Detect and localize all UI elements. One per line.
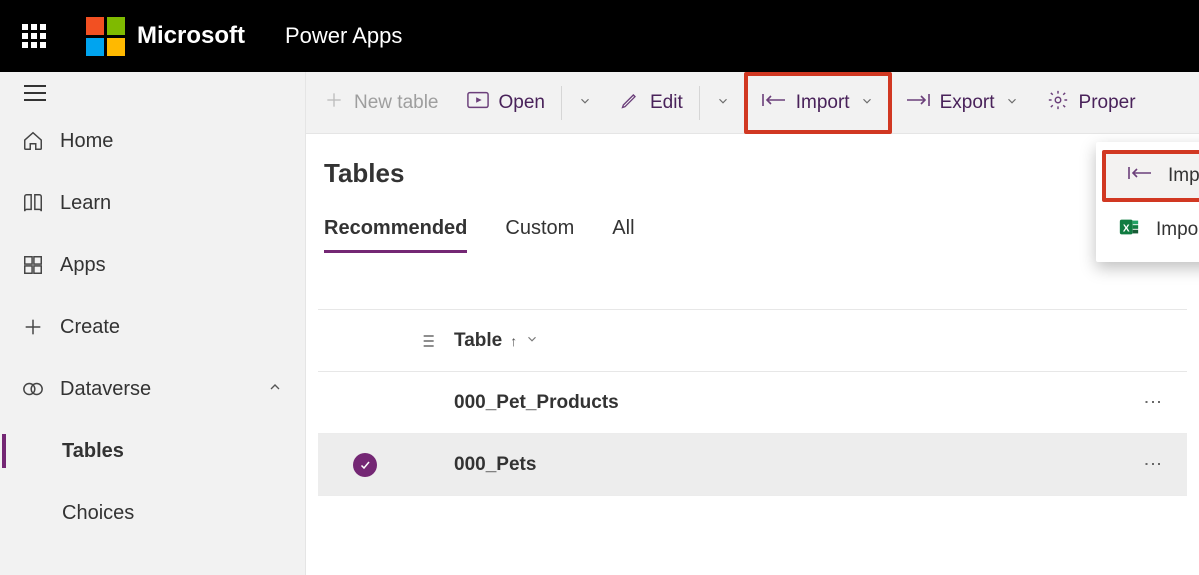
list-icon[interactable] — [400, 331, 454, 351]
home-icon — [22, 130, 60, 152]
sidebar-item-home[interactable]: Home — [0, 110, 305, 172]
page-title: Tables — [324, 158, 1187, 189]
row-name-cell[interactable]: 000_Pet_Products — [454, 392, 1131, 414]
chevron-up-icon — [267, 378, 283, 401]
export-icon — [906, 92, 930, 114]
cmd-label: Proper — [1079, 92, 1136, 114]
separator — [699, 86, 700, 120]
chevron-down-icon — [1005, 94, 1019, 111]
more-vertical-icon: ⋮ — [1142, 455, 1164, 475]
edit-icon — [620, 90, 640, 116]
dd-label: Import data — [1168, 165, 1199, 187]
import-data-item[interactable]: Import data — [1102, 150, 1199, 202]
apps-icon — [22, 254, 60, 276]
plus-icon — [324, 90, 344, 116]
tab-all[interactable]: All — [612, 217, 634, 253]
sidebar-subitem-label: Tables — [62, 440, 124, 463]
import-button[interactable]: Import — [744, 72, 892, 134]
chevron-down-icon — [525, 332, 539, 349]
plus-icon — [22, 316, 60, 338]
cmd-label: Edit — [650, 92, 683, 114]
sidebar-item-label: Dataverse — [60, 378, 151, 401]
sidebar-item-label: Learn — [60, 192, 111, 215]
gear-icon — [1047, 89, 1069, 117]
chevron-down-icon — [716, 94, 730, 111]
global-header: Microsoft Power Apps — [0, 0, 1199, 72]
sidebar-item-label: Home — [60, 130, 113, 153]
sidebar-item-apps[interactable]: Apps — [0, 234, 305, 296]
sidebar-subitem-choices[interactable]: Choices — [0, 482, 305, 544]
cmd-label: New table — [354, 92, 439, 114]
row-name: 000_Pet_Products — [454, 392, 619, 414]
row-more-button[interactable]: ⋮ — [1131, 455, 1175, 475]
sort-asc-icon: ↑ — [510, 333, 517, 349]
column-header-label: Table — [454, 330, 502, 352]
app-name: Power Apps — [285, 23, 402, 49]
tab-label: Custom — [505, 217, 574, 239]
chevron-down-icon — [860, 94, 874, 111]
row-name-cell[interactable]: 000_Pets — [454, 454, 1131, 476]
import-excel-item[interactable]: X Import data from Excel — [1096, 204, 1199, 256]
sidebar-item-label: Apps — [60, 254, 106, 277]
tab-label: Recommended — [324, 217, 467, 239]
command-bar: New table Open Edit — [306, 72, 1199, 134]
row-select-cell[interactable] — [330, 453, 400, 477]
microsoft-logo-icon — [86, 17, 125, 56]
check-circle-icon — [353, 453, 377, 477]
sidebar-item-learn[interactable]: Learn — [0, 172, 305, 234]
import-dropdown: Import data X Import data from Excel — [1096, 142, 1199, 262]
import-icon — [1128, 165, 1152, 187]
table-header-row: Table ↑ — [318, 310, 1187, 372]
more-vertical-icon: ⋮ — [1142, 393, 1164, 413]
tab-recommended[interactable]: Recommended — [324, 217, 467, 253]
sidebar-subitem-label: Choices — [62, 502, 134, 525]
tab-label: All — [612, 217, 634, 239]
table-row[interactable]: 000_Pets ⋮ — [318, 434, 1187, 496]
edit-chevron-button[interactable] — [702, 72, 744, 134]
tab-strip: Recommended Custom All — [324, 217, 1187, 253]
sidebar-item-label: Create — [60, 316, 120, 339]
svg-text:X: X — [1123, 224, 1130, 235]
content-panel: Tables Recommended Custom All — [306, 134, 1199, 575]
cmd-label: Import — [796, 92, 850, 114]
chevron-down-icon — [578, 94, 592, 111]
new-table-button[interactable]: New table — [310, 72, 453, 134]
book-icon — [22, 192, 60, 214]
sidebar-subitem-tables[interactable]: Tables — [0, 420, 305, 482]
open-chevron-button[interactable] — [564, 72, 606, 134]
export-button[interactable]: Export — [892, 72, 1033, 134]
brand-block: Microsoft — [86, 17, 245, 56]
tab-custom[interactable]: Custom — [505, 217, 574, 253]
sidebar-item-dataverse[interactable]: Dataverse — [0, 358, 305, 420]
import-icon — [762, 92, 786, 114]
properties-button[interactable]: Proper — [1033, 72, 1150, 134]
open-button[interactable]: Open — [453, 72, 559, 134]
main-area: New table Open Edit — [306, 72, 1199, 575]
app-launcher-icon[interactable] — [22, 24, 46, 48]
table-row[interactable]: 000_Pet_Products ⋮ — [318, 372, 1187, 434]
sidebar: Home Learn Apps Create Dataverse — [0, 72, 306, 575]
column-header-table[interactable]: Table ↑ — [454, 330, 1131, 352]
dataverse-icon — [22, 378, 60, 400]
sidebar-item-create[interactable]: Create — [0, 296, 305, 358]
brand-text: Microsoft — [137, 22, 245, 50]
dd-label: Import data from Excel — [1156, 219, 1199, 241]
row-name: 000_Pets — [454, 454, 536, 476]
cmd-label: Open — [499, 92, 545, 114]
excel-icon: X — [1118, 216, 1140, 244]
open-icon — [467, 91, 489, 115]
cmd-label: Export — [940, 92, 995, 114]
tables-grid: Table ↑ 000_Pet_Products — [318, 309, 1187, 496]
separator — [561, 86, 562, 120]
row-more-button[interactable]: ⋮ — [1131, 393, 1175, 413]
nav-toggle-button[interactable] — [24, 92, 305, 94]
edit-button[interactable]: Edit — [606, 72, 697, 134]
